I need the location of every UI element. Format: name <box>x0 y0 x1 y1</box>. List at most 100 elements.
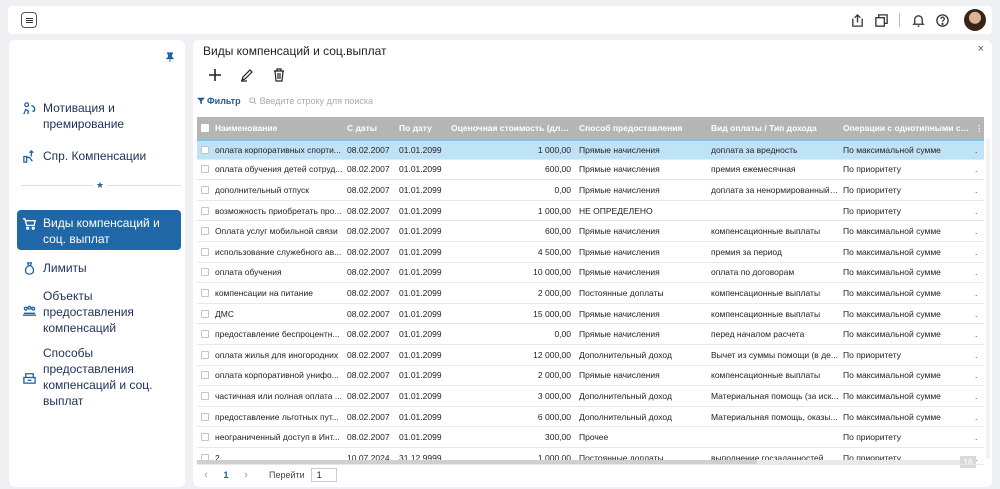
table-cell: 1 000,00 <box>537 144 571 155</box>
filter-bar: Фильтр Введите строку для поиска <box>197 96 389 106</box>
table-cell: ДМС <box>215 308 234 319</box>
row-checkbox[interactable] <box>197 145 211 154</box>
table-row[interactable]: оплата обучения детей сотруд... 08.02.200… <box>197 160 984 181</box>
table-cell: Прямые начисления <box>579 164 660 175</box>
delete-button[interactable] <box>269 65 289 85</box>
column-header[interactable]: Оценочная стоимость (для м... <box>447 123 575 133</box>
table-row[interactable]: частичная или полная оплата ... 08.02.200… <box>197 386 984 407</box>
table-cell: . <box>975 267 978 278</box>
sidebar-item-label: Мотивация и премирование <box>43 100 124 132</box>
row-checkbox[interactable] <box>197 268 211 277</box>
row-checkbox[interactable] <box>197 371 211 380</box>
table-cell: Прямые начисления <box>579 308 660 319</box>
prev-page-button[interactable]: ‹ <box>197 469 215 481</box>
table-cell: Прямые начисления <box>579 226 660 237</box>
table-row[interactable]: предоставление льготных пут... 08.02.2007… <box>197 407 984 428</box>
table-cell: . <box>975 164 978 175</box>
sidebar-item-limits[interactable]: Лимиты <box>21 260 181 276</box>
table-cell: неограниченный доступ в Инт... <box>215 432 340 443</box>
select-all-checkbox[interactable] <box>197 124 211 132</box>
table-cell: По приоритету <box>843 432 901 443</box>
goto-input[interactable]: 1 <box>310 467 337 482</box>
table-row[interactable]: неограниченный доступ в Инт... 08.02.2007… <box>197 427 984 448</box>
edit-button[interactable] <box>237 65 257 85</box>
table-cell: 08.02.2007 <box>347 246 390 257</box>
column-header[interactable]: С даты <box>343 123 395 133</box>
row-checkbox[interactable] <box>197 309 211 318</box>
table-cell: Прямые начисления <box>579 267 660 278</box>
row-checkbox[interactable] <box>197 185 211 194</box>
table-row[interactable]: дополнительный отпуск 08.02.2007 01.01.209… <box>197 180 984 201</box>
row-checkbox[interactable] <box>197 247 211 256</box>
column-header[interactable]: По дату <box>395 123 447 133</box>
row-checkbox[interactable] <box>197 288 211 297</box>
table-cell: По приоритету <box>843 164 901 175</box>
table-row[interactable]: использование служебного ав... 08.02.2007… <box>197 242 984 263</box>
table-cell: 08.02.2007 <box>347 432 390 443</box>
search-placeholder: Введите строку для поиска <box>259 96 373 106</box>
table-row[interactable]: оплата корпоративной унифо... 08.02.2007 0… <box>197 366 984 387</box>
table-cell: Вычет из суммы помощи (в де... <box>711 349 838 360</box>
divider <box>899 13 900 27</box>
windows-icon[interactable] <box>869 8 893 32</box>
column-more[interactable]: ⋮ <box>971 123 981 134</box>
sidebar-item-compensation-types[interactable]: Виды компенсаций и соц. выплат <box>21 215 181 247</box>
column-header[interactable]: Операции с однотипными со... <box>839 123 971 133</box>
share-icon[interactable] <box>845 8 869 32</box>
row-checkbox[interactable] <box>197 350 211 359</box>
row-checkbox[interactable] <box>197 433 211 442</box>
table-cell: . <box>975 144 978 155</box>
table-cell: возможность приобретать про... <box>215 205 342 216</box>
add-button[interactable] <box>205 65 225 85</box>
table-row[interactable]: ДМС 08.02.2007 01.01.2099 15 000,00 Прямые н… <box>197 304 984 325</box>
table-cell: оплата корпоративной унифо... <box>215 370 339 381</box>
row-checkbox[interactable] <box>197 412 211 421</box>
column-header[interactable]: Наименование <box>211 123 343 133</box>
table-cell: 0,00 <box>554 184 571 195</box>
table-cell: Оплата услуг мобильной связи <box>215 226 338 237</box>
row-checkbox[interactable] <box>197 206 211 215</box>
table-row[interactable]: оплата жилья для иногородних 08.02.2007 01… <box>197 345 984 366</box>
sidebar-item-objects[interactable]: Объекты предоставления компенсаций <box>21 288 181 336</box>
table-row[interactable]: оплата корпоративных спорти... 08.02.2007… <box>197 139 984 160</box>
help-icon[interactable] <box>930 8 954 32</box>
table-cell: 6 000,00 <box>537 411 571 422</box>
table-cell: 01.01.2099 <box>399 329 442 340</box>
avatar[interactable] <box>964 9 986 31</box>
table-cell: 10 000,00 <box>533 267 571 278</box>
table-cell: 300,00 <box>545 432 571 443</box>
row-checkbox[interactable] <box>197 330 211 339</box>
vertical-scrollbar[interactable] <box>986 139 990 459</box>
column-header[interactable]: Способ предоставления <box>575 123 707 133</box>
sidebar-item-methods[interactable]: Способы предоставления компенсаций и соц… <box>21 345 181 409</box>
table-cell: Прямые начисления <box>579 144 660 155</box>
main-panel: Виды компенсаций и соц.выплат × Фильтр В… <box>193 40 992 487</box>
table-row[interactable]: оплата обучения 08.02.2007 01.01.2099 10 00… <box>197 263 984 284</box>
table-cell: 01.01.2099 <box>399 370 442 381</box>
filter-button[interactable]: Фильтр <box>197 96 241 106</box>
table-cell: предоставление льготных пут... <box>215 411 339 422</box>
table-row[interactable]: компенсации на питание 08.02.2007 01.01.20… <box>197 283 984 304</box>
sidebar-item-compensations-ref[interactable]: Спр. Компенсации <box>21 148 181 164</box>
sidebar-item-motivation[interactable]: Мотивация и премирование <box>21 100 181 132</box>
table-cell: 1 000,00 <box>537 205 571 216</box>
table-cell: . <box>975 308 978 319</box>
close-icon[interactable]: × <box>978 43 984 55</box>
row-checkbox[interactable] <box>197 391 211 400</box>
pin-icon[interactable] <box>165 51 175 65</box>
menu-icon[interactable] <box>21 12 37 28</box>
page-number[interactable]: 1 <box>215 470 237 480</box>
table-cell: По максимальной сумме <box>843 390 941 401</box>
table-cell: 01.01.2099 <box>399 164 442 175</box>
table-cell: 0,00 <box>554 329 571 340</box>
column-header[interactable]: Вид оплаты / Тип дохода <box>707 123 839 133</box>
table-row[interactable]: Оплата услуг мобильной связи 08.02.2007 01… <box>197 221 984 242</box>
table-cell: По максимальной сумме <box>843 267 941 278</box>
table-row[interactable]: предоставление беспроцентн... 08.02.2007 0… <box>197 324 984 345</box>
next-page-button[interactable]: › <box>237 469 255 481</box>
bell-icon[interactable] <box>906 8 930 32</box>
row-checkbox[interactable] <box>197 227 211 236</box>
search-input[interactable]: Введите строку для поиска <box>248 96 389 106</box>
row-checkbox[interactable] <box>197 165 211 174</box>
table-row[interactable]: возможность приобретать про... 08.02.2007… <box>197 201 984 222</box>
